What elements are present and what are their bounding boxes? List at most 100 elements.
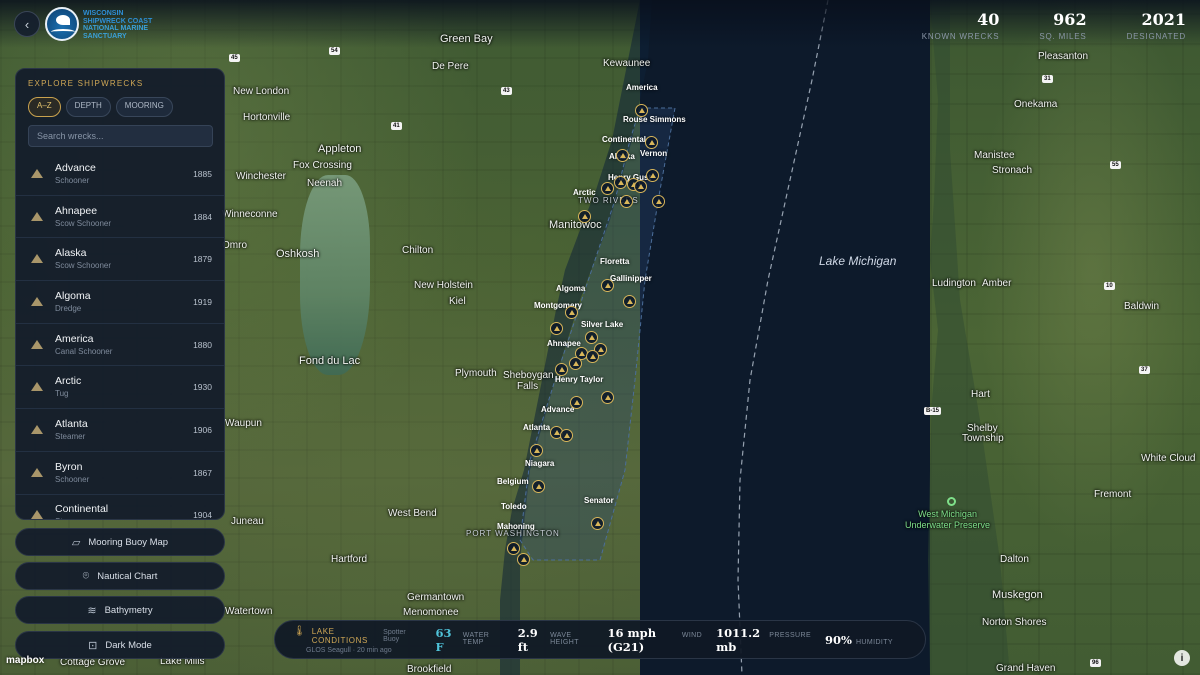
route-shield: 41 xyxy=(391,122,402,130)
shipwreck-marker[interactable] xyxy=(645,136,658,149)
place-label: Juneau xyxy=(231,516,264,527)
shipwreck-marker[interactable] xyxy=(565,306,578,319)
metric-unit: HUMIDITY xyxy=(855,638,893,646)
shipwreck-marker[interactable] xyxy=(601,391,614,404)
info-icon[interactable]: i xyxy=(1174,650,1190,666)
stat-label: DESIGNATED xyxy=(1126,32,1186,41)
wreck-list-item[interactable]: Alaska Scow Schooner 1879 xyxy=(16,238,224,282)
tab-depth[interactable]: DEPTH xyxy=(65,97,111,117)
wreck-map-label: Floretta xyxy=(600,257,630,266)
wreck-list-item[interactable]: Ahnapee Scow Schooner 1884 xyxy=(16,196,224,239)
shipwreck-marker[interactable] xyxy=(507,542,520,555)
place-label: Appleton xyxy=(318,143,362,155)
search-input[interactable] xyxy=(28,125,213,147)
wreck-type: Scow Schooner xyxy=(55,261,112,271)
wreck-list-item[interactable]: Arctic Tug 1930 xyxy=(16,366,224,410)
wreck-type: Scow Schooner xyxy=(55,218,112,228)
shipwreck-marker[interactable] xyxy=(635,104,648,117)
place-label: Hortonville xyxy=(243,112,291,123)
shipwreck-marker[interactable] xyxy=(601,182,614,195)
shipwreck-marker[interactable] xyxy=(634,180,647,193)
shipwreck-marker[interactable] xyxy=(586,350,599,363)
back-button[interactable]: ‹ xyxy=(14,11,40,37)
route-shield: 10 xyxy=(1104,282,1115,290)
wreck-map-label: Atlanta xyxy=(523,423,551,432)
conditions-title: LAKE CONDITIONS xyxy=(311,626,368,645)
wreck-year: 1919 xyxy=(193,296,212,307)
dark-mode-button[interactable]: ⊡ Dark Mode xyxy=(15,631,225,659)
wreck-type: Steamer xyxy=(55,431,86,441)
shipwreck-marker[interactable] xyxy=(517,553,530,566)
route-shield: 43 xyxy=(501,87,512,95)
wreck-name: Advance xyxy=(55,161,96,174)
logo-line-3: NATIONAL MARINE xyxy=(83,25,149,32)
wreck-list-item[interactable]: Algoma Dredge 1919 xyxy=(16,281,224,324)
place-label: Pleasanton xyxy=(1038,51,1089,62)
target-icon: ⊡ xyxy=(88,639,98,652)
wreck-name: Arctic xyxy=(55,375,82,388)
metric-wind: 16 mph (G21) WIND xyxy=(608,626,703,654)
wreck-map-label: Senator xyxy=(584,496,614,505)
shipwreck-marker[interactable] xyxy=(532,480,545,493)
logo-line-2: SHIPWRECK COAST xyxy=(83,17,153,25)
shipwreck-marker[interactable] xyxy=(570,396,583,409)
wreck-list[interactable]: Advance Schooner 1885 Ahnapee Scow Schooner 1… xyxy=(16,153,224,519)
mapbox-logo[interactable]: mapbox xyxy=(6,655,44,666)
wreck-list-item[interactable]: Advance Schooner 1885 xyxy=(16,153,224,196)
shipwreck-marker[interactable] xyxy=(620,195,633,208)
metric-humidity: 90% HUMIDITY xyxy=(825,633,893,647)
wreck-list-item[interactable]: America Canal Schooner 1880 xyxy=(16,324,224,367)
place-label: New London xyxy=(233,86,290,97)
route-shield: 45 xyxy=(229,54,240,62)
wreck-map-label: Continental xyxy=(602,135,646,144)
wreck-map-label: Henry Taylor xyxy=(555,375,604,384)
wreck-list-item[interactable]: Byron Schooner 1867 xyxy=(16,452,224,495)
shipwreck-marker[interactable] xyxy=(623,295,636,308)
shipwreck-marker[interactable] xyxy=(578,210,591,223)
metric-unit: WATER TEMP xyxy=(462,631,490,646)
route-shield: 55 xyxy=(1110,161,1121,169)
wreck-name: America xyxy=(55,332,94,345)
wreck-type: Schooner xyxy=(55,474,90,484)
place-label: Stronach xyxy=(992,165,1033,176)
wreck-name: Algoma xyxy=(55,289,91,302)
shipwreck-marker[interactable] xyxy=(560,429,573,442)
shipwreck-marker[interactable] xyxy=(530,444,543,457)
nautical-chart-button[interactable]: ⌾ Nautical Chart xyxy=(15,562,225,590)
place-label: Kiel xyxy=(449,296,466,307)
wreck-map-label: Vernon xyxy=(640,149,668,158)
shipwreck-marker[interactable] xyxy=(591,517,604,530)
shipwreck-marker[interactable] xyxy=(569,357,582,370)
shipwreck-marker[interactable] xyxy=(585,331,598,344)
preserve-marker[interactable] xyxy=(947,497,956,506)
shipwreck-marker[interactable] xyxy=(601,279,614,292)
place-label: West Bend xyxy=(388,508,437,519)
tab-mooring[interactable]: MOORING xyxy=(115,97,173,117)
sanctuary-logo[interactable] xyxy=(45,7,79,41)
place-label: Winneconne xyxy=(222,209,278,220)
stat-area: 962 SQ. MILES xyxy=(1039,11,1086,42)
shipwreck-marker[interactable] xyxy=(646,169,659,182)
mooring-buoy-map-button[interactable]: ▱ Mooring Buoy Map xyxy=(15,528,225,556)
conditions-subtitle: GLOS Seagull · 20 min ago xyxy=(306,646,392,654)
place-label: Sheboygan xyxy=(503,370,554,381)
layer-label: Nautical Chart xyxy=(97,570,158,582)
shipwreck-icon xyxy=(30,339,44,350)
wreck-list-item[interactable]: ContinentalSteamer1904 xyxy=(16,495,224,519)
wreck-list-item[interactable]: Atlanta Steamer 1906 xyxy=(16,409,224,452)
shipwreck-marker[interactable] xyxy=(550,322,563,335)
layer-label: Bathymetry xyxy=(104,604,153,616)
shipwreck-marker[interactable] xyxy=(614,176,627,189)
bathymetry-button[interactable]: ≋ Bathymetry xyxy=(15,596,225,624)
shipwreck-marker[interactable] xyxy=(652,195,665,208)
tab-a-z[interactable]: A–Z xyxy=(28,97,61,117)
shipwreck-marker[interactable] xyxy=(555,363,568,376)
shipwreck-marker[interactable] xyxy=(616,149,629,162)
shipwreck-icon xyxy=(30,168,44,179)
shipwreck-icon xyxy=(30,296,44,307)
place-label: De Pere xyxy=(432,61,469,72)
wreck-map-label: Niagara xyxy=(525,459,555,468)
place-label: Township xyxy=(962,433,1004,444)
state-boundary xyxy=(737,0,829,675)
shipwreck-icon xyxy=(30,424,44,435)
